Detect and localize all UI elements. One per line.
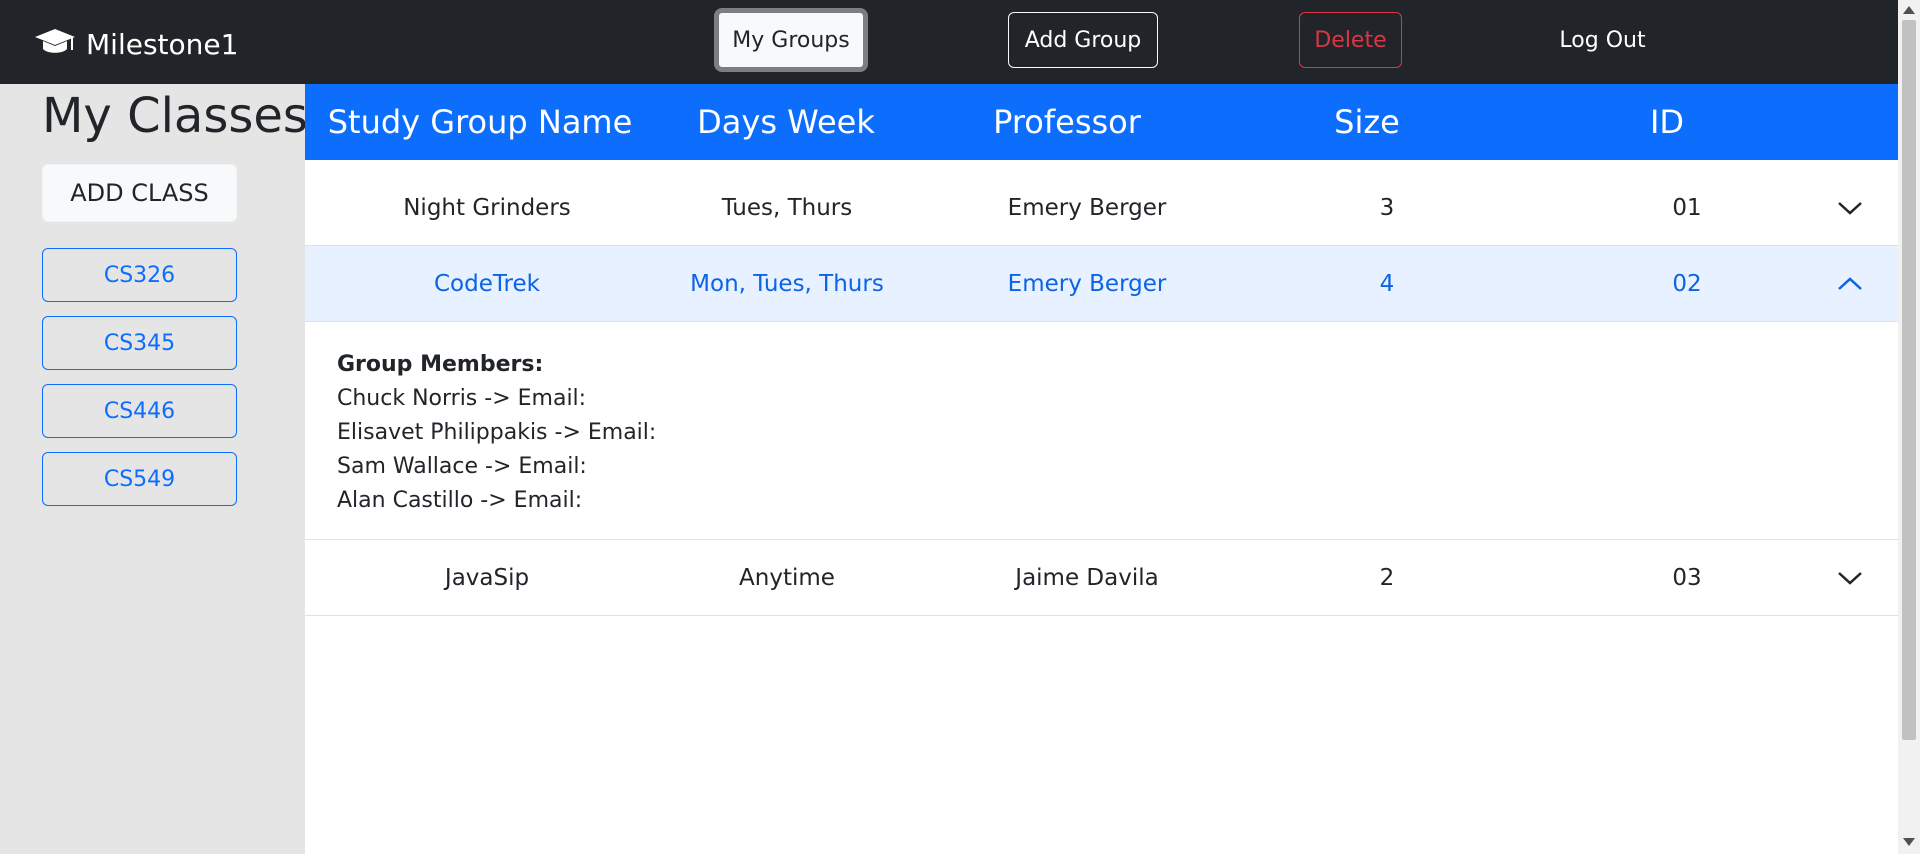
sidebar-title: My Classes	[42, 88, 308, 144]
scroll-down-arrow-icon[interactable]	[1903, 838, 1915, 846]
cell-id: 01	[1672, 195, 1702, 221]
cell-professor: Emery Berger	[1007, 195, 1167, 221]
header-professor: Professor	[993, 103, 1141, 141]
graduation-cap-icon	[34, 26, 76, 63]
header-id: ID	[1649, 103, 1685, 141]
chevron-down-icon[interactable]	[1835, 564, 1865, 592]
top-navbar: Milestone1 My Groups Add Group Delete Lo…	[0, 0, 1898, 84]
cell-group-name: JavaSip	[444, 565, 530, 591]
page-scrollbar[interactable]	[1898, 0, 1920, 854]
class-button-cs345[interactable]: CS345	[42, 316, 237, 370]
header-study-group-name: Study Group Name	[327, 103, 633, 141]
table-row[interactable]: JavaSip Anytime Jaime Davila 2 03	[305, 540, 1898, 616]
my-groups-button[interactable]: My Groups	[714, 8, 868, 72]
brand-link[interactable]: Milestone1	[34, 24, 238, 64]
cell-days: Mon, Tues, Thurs	[690, 271, 884, 297]
class-button-cs326[interactable]: CS326	[42, 248, 237, 302]
cell-size: 4	[1379, 271, 1395, 297]
cell-professor: Emery Berger	[1007, 271, 1167, 297]
member-line: Sam Wallace -> Email:	[337, 454, 587, 479]
table-header: Study Group Name Days Week Professor Siz…	[305, 84, 1898, 160]
table-row[interactable]: CodeTrek Mon, Tues, Thurs Emery Berger 4…	[305, 246, 1898, 322]
study-groups-table: Study Group Name Days Week Professor Siz…	[305, 84, 1898, 854]
cell-size: 2	[1379, 565, 1395, 591]
cell-group-name: Night Grinders	[403, 195, 571, 221]
cell-professor: Jaime Davila	[1015, 565, 1159, 591]
member-line: Chuck Norris -> Email:	[337, 386, 587, 411]
scrollbar-thumb[interactable]	[1902, 20, 1916, 740]
add-class-button[interactable]: ADD CLASS	[42, 164, 237, 222]
scroll-up-arrow-icon[interactable]	[1903, 6, 1915, 14]
add-group-button[interactable]: Add Group	[1008, 12, 1158, 68]
member-line: Elisavet Philippakis -> Email:	[337, 420, 657, 445]
group-members-heading: Group Members:	[337, 352, 544, 377]
cell-id: 02	[1672, 271, 1702, 297]
group-details-panel: Group Members: Chuck Norris -> Email: El…	[305, 322, 1898, 540]
cell-days: Tues, Thurs	[721, 195, 853, 221]
cell-size: 3	[1379, 195, 1395, 221]
cell-group-name: CodeTrek	[434, 271, 540, 297]
log-out-button[interactable]: Log Out	[1540, 12, 1665, 68]
cell-id: 03	[1672, 565, 1702, 591]
class-button-cs549[interactable]: CS549	[42, 452, 237, 506]
class-button-cs446[interactable]: CS446	[42, 384, 237, 438]
header-size: Size	[1334, 103, 1400, 141]
chevron-down-icon[interactable]	[1835, 194, 1865, 222]
brand-name: Milestone1	[86, 27, 239, 61]
chevron-up-icon[interactable]	[1835, 270, 1865, 298]
header-days-week: Days Week	[697, 103, 875, 141]
delete-button[interactable]: Delete	[1299, 12, 1402, 68]
cell-days: Anytime	[739, 565, 835, 591]
sidebar: My Classes ADD CLASS CS326 CS345 CS446 C…	[0, 84, 308, 854]
member-line: Alan Castillo -> Email:	[337, 488, 583, 513]
table-row[interactable]: Night Grinders Tues, Thurs Emery Berger …	[305, 170, 1898, 246]
